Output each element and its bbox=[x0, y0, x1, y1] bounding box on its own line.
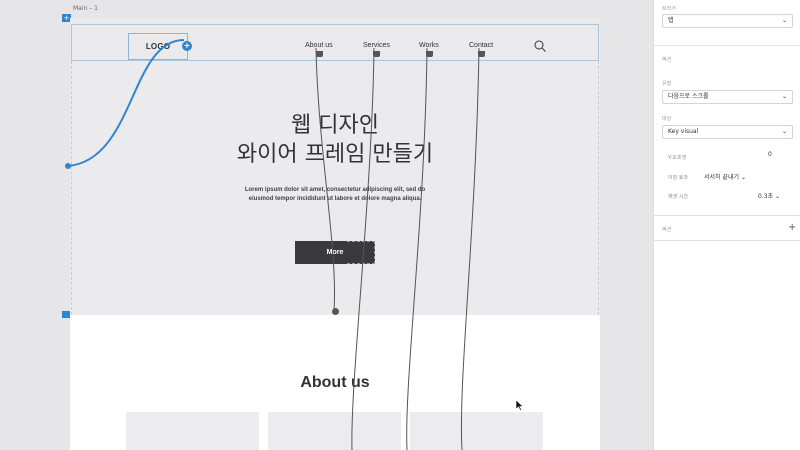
target-select[interactable]: Key visual ⌄ bbox=[662, 125, 793, 139]
offset-label: Y-오프셋 bbox=[668, 155, 687, 161]
prototype-link-works bbox=[406, 47, 428, 450]
actions-label: 액션 bbox=[662, 227, 672, 233]
type-select[interactable]: 다음으로 스크롤 ⌄ bbox=[662, 90, 793, 104]
prototype-link-contact bbox=[460, 47, 480, 450]
chevron-down-icon: ⌄ bbox=[781, 17, 787, 24]
chevron-down-icon: ⌄ bbox=[774, 193, 781, 200]
chevron-down-icon: ⌄ bbox=[781, 93, 787, 100]
duration-label: 재생 시간 bbox=[668, 194, 688, 200]
duration-select[interactable]: 0.3초 ⌄ bbox=[758, 191, 780, 200]
design-canvas[interactable]: Main – 1 + LOGO + About us Services Work… bbox=[0, 0, 653, 450]
trigger-select[interactable]: 탭 ⌄ bbox=[662, 14, 793, 28]
chevron-down-icon: ⌄ bbox=[781, 128, 787, 135]
prototype-link-services bbox=[351, 47, 375, 450]
cursor-icon bbox=[516, 400, 524, 411]
divider bbox=[654, 45, 800, 46]
chevron-down-icon: ⌄ bbox=[740, 174, 746, 181]
properties-panel: 트리거 탭 ⌄ 액션 유형 다음으로 스크롤 ⌄ 대상 Key visual ⌄ Y-… bbox=[653, 0, 800, 450]
plus-icon[interactable]: + bbox=[788, 222, 796, 233]
offset-input[interactable]: 0 bbox=[768, 151, 772, 158]
divider bbox=[654, 215, 800, 216]
divider bbox=[654, 240, 800, 241]
prototype-link-logo bbox=[67, 39, 185, 167]
action-section-label: 액션 bbox=[662, 57, 672, 63]
easing-select[interactable]: 서서히 끝내기 ⌄ bbox=[704, 172, 746, 181]
trigger-label: 트리거 bbox=[662, 6, 676, 12]
type-label: 유형 bbox=[662, 81, 672, 87]
target-label: 대상 bbox=[662, 116, 672, 122]
prototype-link-about bbox=[315, 47, 335, 311]
prototype-wires bbox=[67, 39, 480, 450]
easing-label: 이징 효과 bbox=[668, 175, 688, 181]
